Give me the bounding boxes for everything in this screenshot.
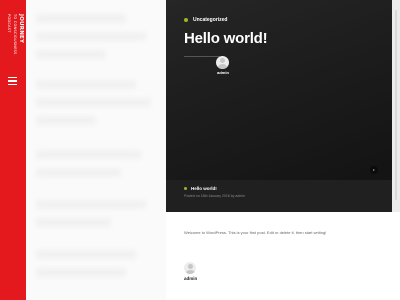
bullet-icon [184, 187, 187, 190]
avatar[interactable] [184, 262, 196, 274]
category-dot-icon [184, 18, 188, 22]
hamburger-icon[interactable] [8, 77, 17, 85]
author-name[interactable]: admin [214, 70, 232, 75]
site-subtitle: PODCAST [7, 14, 11, 33]
meta-subtitle: Posted on 18th January 2018 by admin [184, 194, 245, 198]
meta-title[interactable]: Hello world! [191, 186, 217, 191]
site-tagline: TO CONSCIOUSNESS [13, 14, 17, 55]
post-excerpt: Welcome to WordPress. This is your first… [184, 230, 327, 235]
site-title: JOURNEY [18, 14, 24, 44]
post-content: Welcome to WordPress. This is your first… [166, 212, 400, 300]
site-logo[interactable]: JOURNEY TO CONSCIOUSNESS PODCAST [2, 14, 24, 70]
blurred-background [26, 0, 166, 300]
post-meta: Hello world! Posted on 18th January 2018… [166, 180, 392, 212]
post-title: Hello world! [184, 30, 268, 47]
scrollbar[interactable] [395, 10, 397, 200]
category-label: Uncategorized [193, 17, 228, 23]
play-icon[interactable] [370, 166, 378, 174]
sidebar: JOURNEY TO CONSCIOUSNESS PODCAST [0, 0, 26, 300]
divider [184, 56, 220, 57]
avatar[interactable] [216, 56, 229, 69]
post-category[interactable]: Uncategorized [184, 17, 227, 23]
author-name[interactable]: admin [184, 276, 197, 281]
